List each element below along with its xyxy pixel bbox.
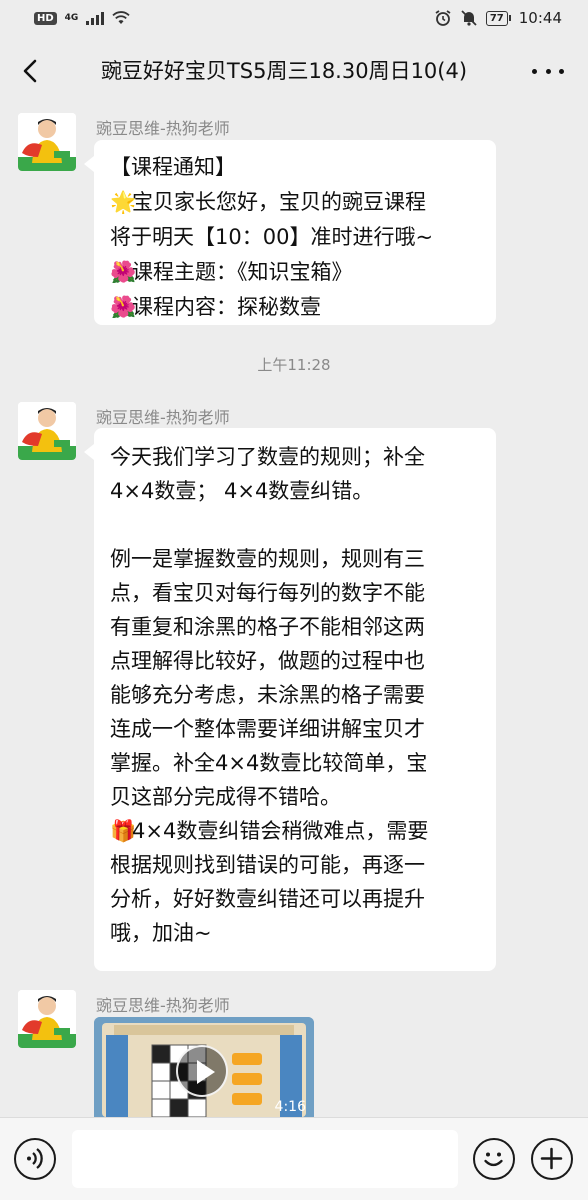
avatar[interactable] bbox=[18, 990, 76, 1048]
mute-icon bbox=[461, 10, 477, 26]
flower-icon: 🌺 bbox=[110, 260, 137, 284]
message-line: 掌握。补全4×4数壹比较简单，宝 bbox=[110, 751, 428, 775]
message-line: 点理解得比较好，做题的过程中也 bbox=[110, 649, 425, 673]
avatar[interactable] bbox=[18, 402, 76, 460]
sender-name: 豌豆思维-热狗老师 bbox=[96, 119, 230, 138]
message-line: 今天我们学习了数壹的规则；补全 bbox=[110, 445, 425, 469]
hd-icon: HD bbox=[34, 11, 57, 25]
avatar[interactable] bbox=[18, 113, 76, 171]
more-icon[interactable] bbox=[532, 58, 564, 84]
message-line: 哦，加油~ bbox=[110, 921, 212, 945]
message-line: 课程内容：探秘数壹 bbox=[132, 295, 321, 319]
video-message[interactable]: 4:16 bbox=[94, 1017, 314, 1117]
sender-name: 豌豆思维-热狗老师 bbox=[96, 408, 230, 427]
battery-icon: 77 bbox=[485, 10, 511, 26]
message-line: 宝贝家长您好，宝贝的豌豆课程 bbox=[132, 190, 426, 214]
chat-header: 豌豆好好宝贝TS5周三18.30周日10(4) bbox=[0, 36, 588, 106]
alarm-icon bbox=[435, 10, 451, 26]
plus-icon[interactable] bbox=[531, 1138, 573, 1180]
message-line: 将于明天【10：00】准时进行哦~ bbox=[110, 225, 434, 249]
message-line: 【课程通知】 bbox=[110, 155, 236, 179]
input-bar bbox=[0, 1117, 588, 1200]
message-line: 分析，好好数壹纠错还可以再提升 bbox=[110, 887, 425, 911]
message-line: 根据规则找到错误的可能，再逐一 bbox=[110, 853, 425, 877]
message-line: 4×4数壹纠错会稍微难点，需要 bbox=[132, 819, 429, 843]
message-line: 能够充分考虑，未涂黑的格子需要 bbox=[110, 683, 425, 707]
flower-icon: 🌺 bbox=[110, 295, 137, 319]
wifi-icon bbox=[112, 11, 130, 24]
network-type: 4G bbox=[64, 12, 79, 23]
message-timestamp: 上午11:28 bbox=[257, 356, 331, 374]
sender-name: 豌豆思维-热狗老师 bbox=[96, 996, 230, 1015]
status-left: HD 4G bbox=[34, 11, 130, 25]
status-time: 10:44 bbox=[518, 9, 562, 27]
status-right: 77 10:44 bbox=[434, 9, 562, 27]
signal-icon bbox=[86, 11, 105, 25]
message-line: 4×4数壹； 4×4数壹纠错。 bbox=[110, 479, 374, 503]
status-bar: HD 4G 77 10:44 bbox=[0, 0, 588, 36]
play-icon[interactable] bbox=[176, 1045, 228, 1097]
message-input[interactable] bbox=[72, 1130, 458, 1188]
emoji-icon[interactable] bbox=[473, 1138, 515, 1180]
message-line: 贝这部分完成得不错哈。 bbox=[110, 785, 341, 809]
message-line: 连成一个整体需要详细讲解宝贝才 bbox=[110, 717, 425, 741]
back-arrow-icon[interactable] bbox=[18, 58, 44, 84]
message-line bbox=[110, 508, 480, 542]
battery-level: 77 bbox=[485, 10, 508, 26]
message-line: 课程主题：《知识宝箱》 bbox=[132, 260, 353, 284]
message-line: 例一是掌握数壹的规则，规则有三 bbox=[110, 547, 425, 571]
message-bubble[interactable]: 【课程通知】 🌟宝贝家长您好，宝贝的豌豆课程 将于明天【10：00】准时进行哦~… bbox=[84, 140, 496, 325]
voice-icon[interactable] bbox=[14, 1138, 56, 1180]
video-duration: 4:16 bbox=[274, 1099, 306, 1115]
star-icon: 🌟 bbox=[110, 190, 137, 214]
message-bubble[interactable]: 今天我们学习了数壹的规则；补全 4×4数壹； 4×4数壹纠错。 例一是掌握数壹的… bbox=[84, 428, 496, 971]
gift-icon: 🎁 bbox=[110, 819, 137, 843]
message-line: 有重复和涂黑的格子不能相邻这两 bbox=[110, 615, 425, 639]
message-line: 点，看宝贝对每行每列的数字不能 bbox=[110, 581, 425, 605]
chat-title: 豌豆好好宝贝TS5周三18.30周日10(4) bbox=[100, 59, 468, 83]
